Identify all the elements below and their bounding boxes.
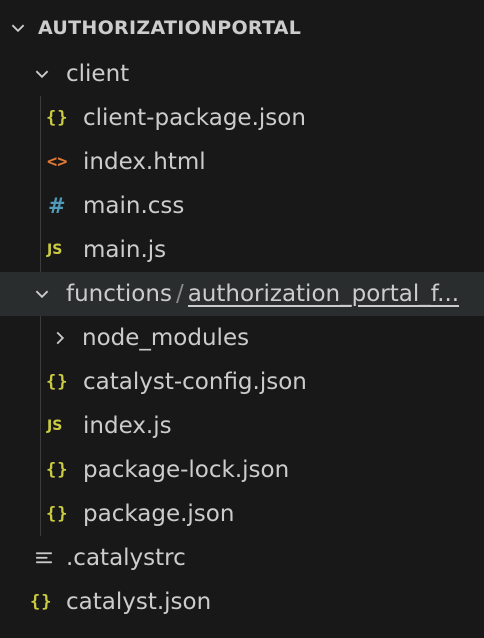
file-row-package-lock-json[interactable]: {} package-lock.json: [0, 448, 484, 492]
file-row-catalystrc[interactable]: .catalystrc: [0, 536, 484, 580]
file-label: catalyst-config.json: [83, 369, 307, 395]
folder-row-client[interactable]: client: [0, 52, 484, 96]
folder-row-functions[interactable]: functions / authorization_portal_f...: [0, 272, 484, 316]
css-file-icon: #: [48, 194, 66, 218]
file-row-catalyst-json[interactable]: {} catalyst.json: [0, 580, 484, 624]
json-file-icon: {}: [46, 504, 69, 524]
file-label: client-package.json: [83, 105, 306, 131]
compact-folder-separator: /: [175, 281, 184, 307]
file-row-client-package-json[interactable]: {} client-package.json: [0, 96, 484, 140]
file-row-catalyst-config-json[interactable]: {} catalyst-config.json: [0, 360, 484, 404]
file-explorer: AUTHORIZATIONPORTAL client {} client-pac…: [0, 0, 484, 638]
file-label: main.css: [83, 193, 185, 219]
chevron-right-icon: [48, 316, 72, 360]
folder-label: client: [66, 61, 130, 87]
js-file-icon: JS: [47, 418, 63, 434]
file-label: package.json: [83, 501, 235, 527]
json-file-icon: {}: [46, 372, 69, 392]
json-file-icon: {}: [46, 108, 69, 128]
file-label: index.js: [83, 413, 172, 439]
js-file-icon: JS: [47, 242, 63, 258]
file-row-main-css[interactable]: # main.css: [0, 184, 484, 228]
html-file-icon: <>: [47, 152, 68, 172]
folder-label: node_modules: [82, 325, 250, 351]
root-folder-row[interactable]: AUTHORIZATIONPORTAL: [0, 6, 484, 50]
file-label: package-lock.json: [83, 457, 290, 483]
file-label: main.js: [83, 237, 167, 263]
file-row-main-js[interactable]: JS main.js: [0, 228, 484, 272]
folder-row-node-modules[interactable]: node_modules: [0, 316, 484, 360]
file-row-index-html[interactable]: <> index.html: [0, 140, 484, 184]
folder-label[interactable]: functions: [66, 272, 172, 316]
chevron-down-icon: [30, 272, 54, 316]
file-label: index.html: [83, 149, 206, 175]
file-row-package-json[interactable]: {} package.json: [0, 492, 484, 536]
json-file-icon: {}: [30, 592, 53, 612]
file-row-index-js[interactable]: JS index.js: [0, 404, 484, 448]
json-file-icon: {}: [46, 460, 69, 480]
settings-file-icon: [35, 536, 63, 580]
chevron-down-icon: [30, 52, 54, 96]
root-folder-label: AUTHORIZATIONPORTAL: [38, 17, 302, 39]
file-label: catalyst.json: [66, 589, 212, 615]
file-label: .catalystrc: [66, 545, 186, 571]
compact-subfolder-label[interactable]: authorization_portal_f...: [188, 281, 459, 307]
chevron-down-icon: [6, 6, 30, 50]
